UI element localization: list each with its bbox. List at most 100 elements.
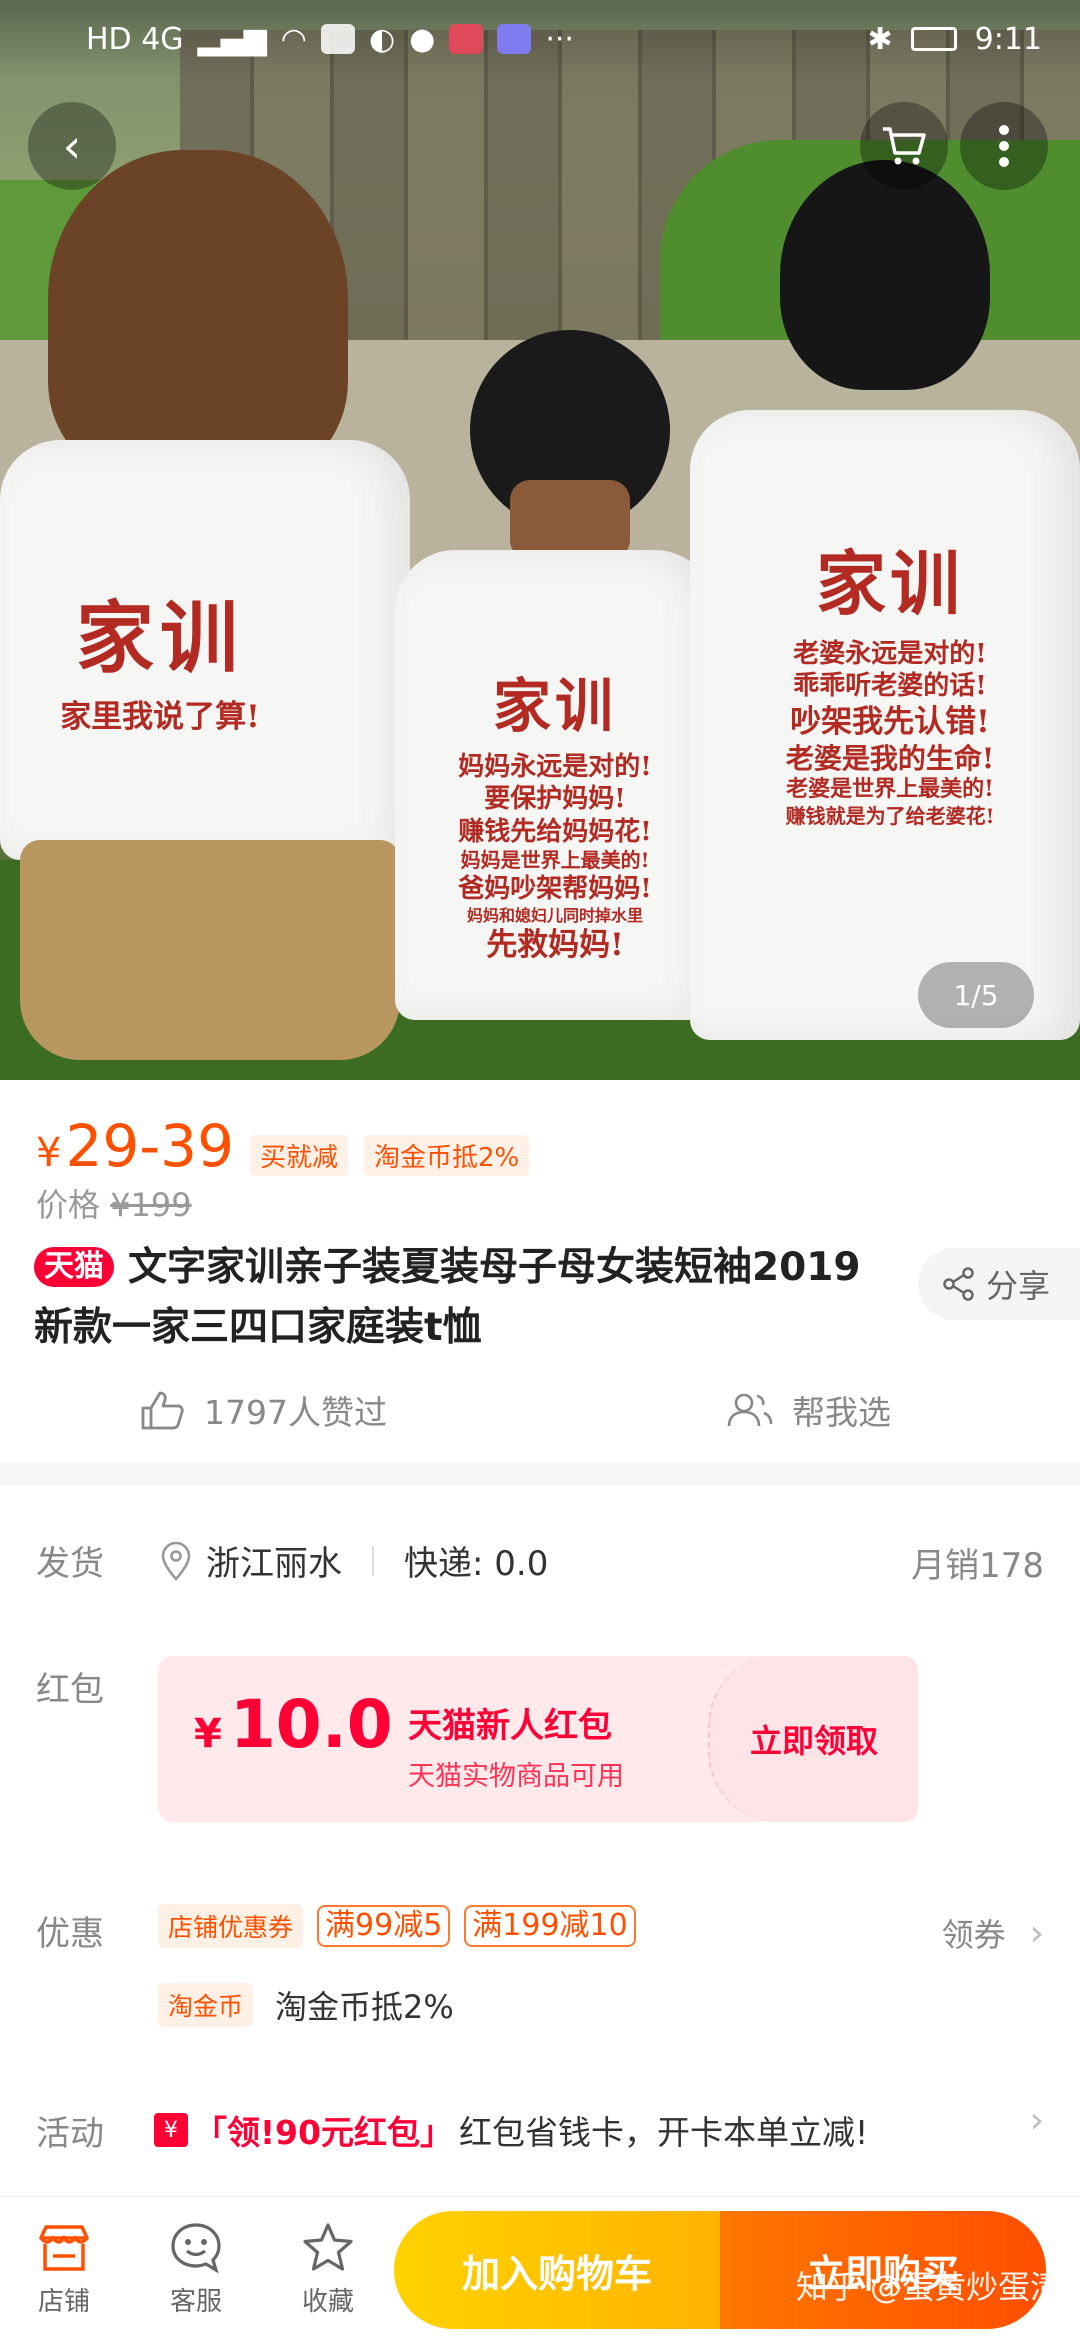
father-shirt-line-2: 乖乖听老婆的话! xyxy=(793,671,987,701)
mother-pants xyxy=(20,840,400,1060)
activity-row[interactable]: ¥ 「领!90元红包」 红包省钱卡，开卡本单立减! xyxy=(154,2106,868,2154)
wifi-icon: ◠ xyxy=(280,21,307,57)
father-cap xyxy=(780,160,990,390)
customer-service-label: 客服 xyxy=(169,2287,222,2317)
price-range: 29-39 xyxy=(65,1112,234,1180)
add-to-cart-button[interactable]: 加入购物车 xyxy=(394,2211,720,2329)
store-tab[interactable]: 店铺 xyxy=(14,2215,114,2318)
mother-shirt-title: 家训 xyxy=(75,593,244,684)
status-left: HD 4G ▂▄▆ ◠ ◐ ● ··· xyxy=(86,22,574,57)
redpacket-label: 红包 xyxy=(36,1670,104,1710)
child-shirt-line-6: 妈妈和媳妇儿同时掉水里 xyxy=(466,905,643,925)
likes-button[interactable]: 1797人赞过 xyxy=(140,1386,387,1434)
share-label: 分享 xyxy=(986,1267,1051,1305)
cart-button[interactable] xyxy=(860,102,948,190)
cart-icon xyxy=(883,127,926,165)
message-icon: ● xyxy=(409,21,436,57)
father-shirt-line-4: 老婆是我的生命! xyxy=(785,742,995,776)
child-shirt-line-4: 妈妈是世界上最美的! xyxy=(460,848,650,872)
help-me-choose-button[interactable]: 帮我选 xyxy=(726,1386,891,1434)
child-shirt-line-3: 赚钱先给妈妈花! xyxy=(458,816,652,847)
thumbs-up-icon xyxy=(141,1391,184,1430)
store-icon xyxy=(14,2215,114,2281)
section-divider xyxy=(0,1462,1080,1486)
product-title-block: 天猫 文字家训亲子装夏装母子母女装短袖2019新款一家三四口家庭装t恤 xyxy=(34,1238,894,1358)
original-price-value: ¥199 xyxy=(110,1186,192,1224)
taojinbi-text: 淘金币抵2% xyxy=(275,1988,454,2026)
get-coupons-label: 领券 xyxy=(941,1916,1006,1954)
activity-highlight: 「领!90元红包」 xyxy=(194,2113,453,2152)
father-shirt-text: 家训 老婆永远是对的! 乖乖听老婆的话! 吵架我先认错! 老婆是我的生命! 老婆… xyxy=(740,540,1040,829)
mother-shirt-line: 家里我说了算! xyxy=(60,698,260,735)
chevron-right-icon: › xyxy=(1029,1912,1044,1954)
child-shirt-text: 家训 妈妈永远是对的! 要保护妈妈! 赚钱先给妈妈花! 妈妈是世界上最美的! 爸… xyxy=(430,670,680,964)
child-neck xyxy=(510,480,630,560)
share-button[interactable]: 分享 xyxy=(918,1248,1080,1320)
original-price: 价格 ¥199 xyxy=(36,1180,192,1226)
signal-icon: ▂▄▆ xyxy=(197,21,267,57)
activity-text: 红包省钱卡，开卡本单立减! xyxy=(458,2113,869,2152)
book-app-icon xyxy=(449,24,484,54)
tmall-new-user-coupon[interactable]: ¥ 10.0 天猫新人红包 天猫实物商品可用 立即领取 xyxy=(158,1656,918,1822)
shipping-fee: 快递: 0.0 xyxy=(404,1544,549,1584)
image-pager: 1/5 xyxy=(918,962,1034,1028)
network-indicator: HD 4G xyxy=(86,21,184,57)
child-shirt-line-5: 爸妈吵架帮妈妈! xyxy=(458,874,652,904)
tag-buy-discount: 买就减 xyxy=(250,1135,349,1176)
activity-label: 活动 xyxy=(36,2114,104,2154)
store-coupon-tag: 店铺优惠券 xyxy=(158,1904,304,1948)
claim-coupon-button[interactable]: 立即领取 xyxy=(708,1656,918,1822)
father-shirt-line-6: 赚钱就是为了给老婆花! xyxy=(785,803,995,828)
more-notifications-icon: ··· xyxy=(545,21,574,57)
father-shirt-line-5: 老婆是世界上最美的! xyxy=(786,776,994,803)
product-detail-page: 家训 家里我说了算! 家训 妈妈永远是对的! 要保护妈妈! 赚钱先给妈妈花! 妈… xyxy=(0,0,1080,2340)
father-shirt-title: 家训 xyxy=(816,542,964,625)
coupon-199-10: 满199减10 xyxy=(464,1905,636,1947)
monthly-sales: 月销178 xyxy=(911,1546,1044,1586)
activity-chevron-icon: › xyxy=(1029,2100,1044,2141)
shipping-origin: 浙江丽水 xyxy=(206,1544,342,1584)
customer-service-tab[interactable]: 客服 xyxy=(146,2215,246,2318)
shipping-label: 发货 xyxy=(36,1544,104,1584)
status-bar: HD 4G ▂▄▆ ◠ ◐ ● ··· ✱ 9:11 xyxy=(0,0,1080,78)
likes-count: 1797人赞过 xyxy=(204,1393,387,1432)
favorite-label: 收藏 xyxy=(301,2287,354,2317)
price-row: ¥ 29-39 买就减 淘金币抵2% xyxy=(36,1112,530,1180)
more-button[interactable] xyxy=(960,102,1048,190)
coupon-title: 天猫新人红包 xyxy=(408,1706,612,1746)
taojinbi-row: 淘金币 淘金币抵2% xyxy=(158,1982,454,2028)
clock: 9:11 xyxy=(974,21,1042,57)
more-vertical-icon xyxy=(999,125,1009,167)
location-pin-icon xyxy=(161,1541,191,1581)
coupon-subtitle: 天猫实物商品可用 xyxy=(408,1761,624,1792)
child-shirt-line-7: 先救妈妈! xyxy=(486,926,624,963)
father-shirt-line-1: 老婆永远是对的! xyxy=(793,638,987,669)
tag-taojinbi: 淘金币抵2% xyxy=(364,1135,530,1176)
coupon-99-5: 满99减5 xyxy=(317,1905,451,1947)
mother-shirt-text: 家训 家里我说了算! xyxy=(40,590,280,736)
original-price-label: 价格 xyxy=(36,1186,101,1224)
get-coupons-link[interactable]: 领券 › xyxy=(942,1910,1044,1956)
shipping-info: 浙江丽水 快递: 0.0 xyxy=(160,1536,548,1585)
price-currency: ¥ xyxy=(36,1130,62,1176)
zhihu-watermark: 知乎 @蛋黄炒蛋清 xyxy=(795,2268,1062,2306)
red-packet-icon: ¥ xyxy=(154,2113,188,2147)
coupon-currency: ¥ xyxy=(194,1711,222,1757)
coupon-value: 10.0 xyxy=(229,1686,393,1763)
child-shirt-line-1: 妈妈永远是对的! xyxy=(458,751,652,782)
star-icon xyxy=(278,2215,378,2281)
coupon-amount: ¥ 10.0 xyxy=(194,1686,393,1763)
tmall-badge: 天猫 xyxy=(34,1247,114,1287)
app-notification-icon xyxy=(320,24,355,54)
status-right: ✱ 9:11 xyxy=(867,22,1042,57)
battery-icon xyxy=(910,27,957,51)
discount-label: 优惠 xyxy=(36,1914,104,1954)
store-coupons[interactable]: 店铺优惠券 满99减5 满199减10 xyxy=(158,1904,636,1948)
child-shirt-line-2: 要保护妈妈! xyxy=(484,784,626,814)
chevron-left-icon: ‹ xyxy=(62,119,82,173)
product-title: 文字家训亲子装夏装母子母女装短袖2019新款一家三四口家庭装t恤 xyxy=(34,1245,861,1350)
favorite-tab[interactable]: 收藏 xyxy=(278,2215,378,2318)
taojinbi-tag: 淘金币 xyxy=(158,1983,254,2027)
back-button[interactable]: ‹ xyxy=(28,102,116,190)
share-icon xyxy=(943,1267,974,1301)
